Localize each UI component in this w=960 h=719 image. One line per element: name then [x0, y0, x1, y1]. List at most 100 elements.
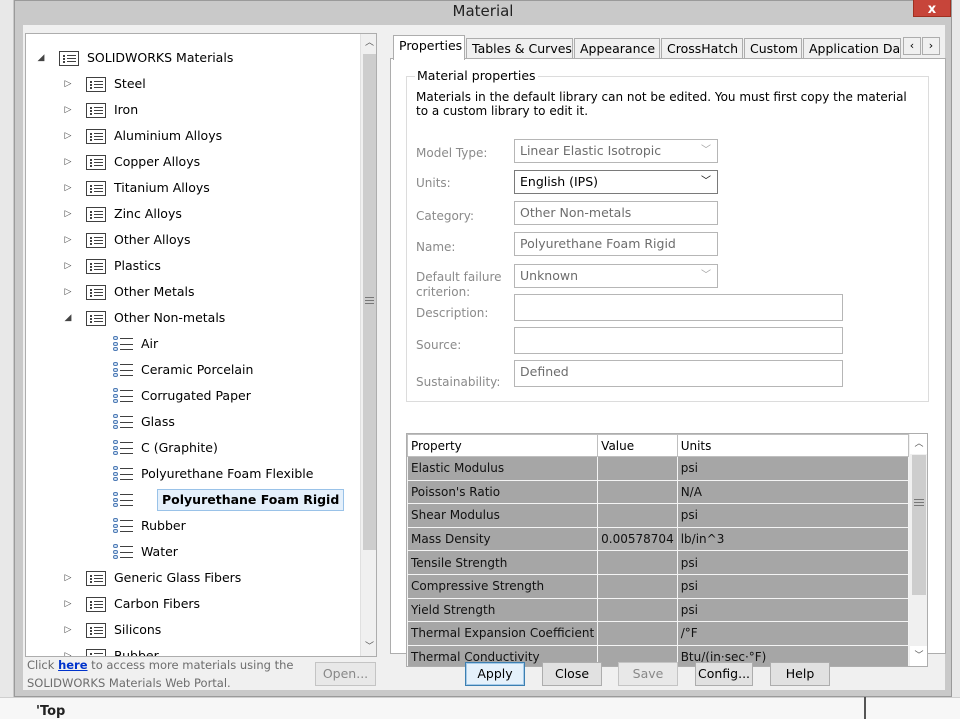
- table-row[interactable]: Yield Strength psi: [407, 597, 910, 623]
- tree-material-item[interactable]: Water: [26, 540, 360, 564]
- units-select[interactable]: English (IPS) ﹀: [514, 170, 718, 194]
- expand-arrow-icon[interactable]: ▷: [62, 280, 74, 304]
- tree-folder-item[interactable]: ▷ Steel: [26, 72, 360, 96]
- apply-button[interactable]: Apply: [465, 662, 525, 686]
- expand-arrow-icon[interactable]: ▷: [62, 254, 74, 278]
- expand-arrow-icon[interactable]: ▷: [62, 202, 74, 226]
- folder-icon: [86, 129, 106, 144]
- expand-arrow-icon[interactable]: ▷: [62, 228, 74, 252]
- table-row[interactable]: Mass Density 0.00578704 lb/in^3: [407, 526, 910, 552]
- property-table-scrollbar[interactable]: ︿ ﹀: [910, 434, 927, 666]
- cell-units: N/A: [676, 479, 910, 505]
- expand-arrow-icon[interactable]: ▷: [62, 98, 74, 122]
- category-field[interactable]: Other Non-metals: [514, 201, 718, 225]
- tab-appearance[interactable]: Appearance: [574, 38, 660, 59]
- help-button[interactable]: Help: [770, 662, 830, 686]
- tree-root[interactable]: ◢ SOLIDWORKS Materials: [26, 46, 360, 70]
- description-field[interactable]: [514, 294, 843, 321]
- table-row[interactable]: Shear Modulus psi: [407, 503, 910, 528]
- expand-arrow-icon[interactable]: ▷: [62, 72, 74, 96]
- folder-icon: [86, 597, 106, 612]
- folder-icon: [86, 155, 106, 170]
- cell-property: Compressive Strength: [407, 573, 599, 599]
- background-app-edge: [0, 0, 14, 719]
- expand-arrow-icon[interactable]: ▷: [62, 124, 74, 148]
- collapse-arrow-icon[interactable]: ◢: [35, 46, 47, 70]
- table-row[interactable]: Tensile Strength psi: [407, 550, 910, 575]
- table-row[interactable]: Compressive Strength psi: [407, 573, 910, 599]
- tree-item-label: Copper Alloys: [114, 154, 201, 169]
- open-button[interactable]: Open...: [315, 662, 376, 686]
- failure-criterion-select[interactable]: Unknown ﹀: [514, 264, 718, 288]
- sustainability-field[interactable]: Defined: [514, 360, 843, 387]
- expand-arrow-icon[interactable]: ▷: [62, 592, 74, 616]
- column-header-units[interactable]: Units: [676, 434, 910, 457]
- tree-item-label: Other Metals: [114, 284, 195, 299]
- table-row[interactable]: Elastic Modulus psi: [407, 456, 910, 481]
- tree-folder-item[interactable]: ▷ Aluminium Alloys: [26, 124, 360, 148]
- table-row[interactable]: Poisson's Ratio N/A: [407, 479, 910, 505]
- column-header-property[interactable]: Property: [407, 434, 599, 457]
- title-bar: Material: [15, 1, 951, 25]
- tree-folder-item[interactable]: ▷ Copper Alloys: [26, 150, 360, 174]
- tree-folder-item[interactable]: ▷ Generic Glass Fibers: [26, 566, 360, 590]
- tree-material-item[interactable]: Polyurethane Foam Flexible: [26, 462, 360, 486]
- tree-material-item[interactable]: Ceramic Porcelain: [26, 358, 360, 382]
- tree-material-item[interactable]: Rubber: [26, 514, 360, 538]
- scroll-thumb[interactable]: [912, 455, 926, 595]
- web-portal-hint: Click here to access more materials usin…: [27, 656, 297, 692]
- cell-value: 0.00578704: [597, 526, 678, 552]
- expand-arrow-icon[interactable]: ▷: [62, 618, 74, 642]
- scroll-grip-icon: [914, 499, 924, 506]
- tree-folder-item[interactable]: ▷ Plastics: [26, 254, 360, 278]
- dialog-client: ◢ SOLIDWORKS Materials ▷ Steel ▷ Iron ▷ Alumi…: [23, 25, 946, 692]
- config-button[interactable]: Config...: [695, 662, 753, 686]
- collapse-arrow-icon[interactable]: ◢: [62, 306, 74, 330]
- tab-tables-curves[interactable]: Tables & Curves: [466, 38, 573, 59]
- tree-scrollbar[interactable]: ︿ ﹀: [360, 34, 376, 656]
- tree-folder-item[interactable]: ◢ Other Non-metals: [26, 306, 360, 330]
- scroll-down-icon[interactable]: ﹀: [361, 638, 376, 656]
- web-portal-link[interactable]: here: [58, 658, 87, 672]
- name-field[interactable]: Polyurethane Foam Rigid: [514, 232, 718, 256]
- tree-material-item[interactable]: Polyurethane Foam Rigid: [26, 488, 360, 512]
- tree-folder-item[interactable]: ▷ Other Alloys: [26, 228, 360, 252]
- save-button[interactable]: Save: [618, 662, 678, 686]
- tree-folder-item[interactable]: ▷ Silicons: [26, 618, 360, 642]
- scroll-down-icon[interactable]: ﹀: [910, 646, 927, 666]
- tree-folder-item[interactable]: ▷ Titanium Alloys: [26, 176, 360, 200]
- close-button[interactable]: Close: [542, 662, 602, 686]
- tab-properties[interactable]: Properties: [393, 35, 465, 60]
- table-row[interactable]: Thermal Expansion Coefficient /°F: [407, 621, 910, 646]
- tree-folder-item[interactable]: ▷ Other Metals: [26, 280, 360, 304]
- expand-arrow-icon[interactable]: ▷: [62, 176, 74, 200]
- property-grid: Property Value Units Elastic Modulus psi P…: [407, 434, 910, 666]
- tab-crosshatch[interactable]: CrossHatch: [661, 38, 743, 59]
- source-field[interactable]: [514, 327, 843, 354]
- tree-material-item[interactable]: Glass: [26, 410, 360, 434]
- expand-arrow-icon[interactable]: ▷: [62, 566, 74, 590]
- tree-item-label: Other Non-metals: [114, 310, 226, 325]
- tab-scroll-left-icon[interactable]: ‹: [903, 37, 921, 55]
- tree-folder-item[interactable]: ▷ Carbon Fibers: [26, 592, 360, 616]
- expand-arrow-icon[interactable]: ▷: [62, 150, 74, 174]
- tree-folder-item[interactable]: ▷ Zinc Alloys: [26, 202, 360, 226]
- tree-item-label: Water: [141, 544, 178, 559]
- model-type-select[interactable]: Linear Elastic Isotropic ﹀: [514, 139, 718, 163]
- cell-property: Elastic Modulus: [407, 456, 599, 481]
- tree-folder-item[interactable]: ▷ Iron: [26, 98, 360, 122]
- tree-item-label: Corrugated Paper: [141, 388, 251, 403]
- scroll-up-icon[interactable]: ︿: [361, 34, 376, 52]
- material-icon: [113, 544, 133, 560]
- tree-material-item[interactable]: Air: [26, 332, 360, 356]
- close-window-button[interactable]: x: [913, 0, 951, 17]
- tab-application-data[interactable]: Application Dat: [803, 38, 901, 59]
- cell-units: psi: [676, 456, 910, 481]
- scroll-up-icon[interactable]: ︿: [910, 434, 927, 454]
- tab-custom[interactable]: Custom: [744, 38, 802, 59]
- material-icon: [113, 466, 133, 482]
- tab-scroll-right-icon[interactable]: ›: [922, 37, 940, 55]
- tree-material-item[interactable]: C (Graphite): [26, 436, 360, 460]
- tree-material-item[interactable]: Corrugated Paper: [26, 384, 360, 408]
- column-header-value[interactable]: Value: [597, 434, 678, 457]
